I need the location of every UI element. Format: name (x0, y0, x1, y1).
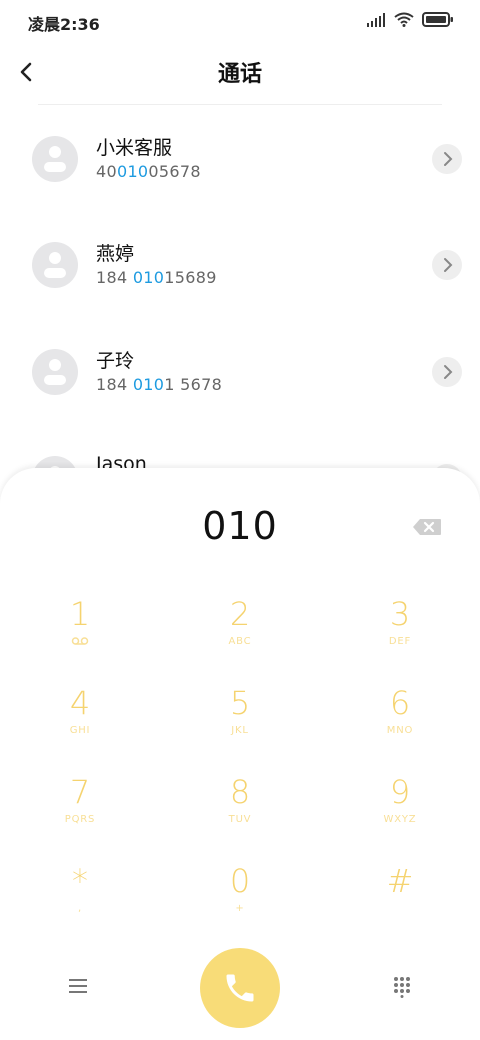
contact-name: 燕婷 (96, 243, 135, 265)
backspace-icon (413, 519, 441, 535)
chevron-right-icon (444, 258, 453, 272)
contact-name: 小米客服 (96, 137, 173, 159)
contact-number: 4001005678 (96, 162, 201, 181)
key-3[interactable]: 3 DEF (340, 596, 460, 676)
avatar (32, 136, 78, 182)
backspace-button[interactable] (412, 518, 442, 536)
contact-name: 子玲 (96, 350, 135, 372)
dialer-panel: 010 1 2 ABC 3 DEF 4 GHI 5 JKL 6 MNO 7 PQ… (0, 468, 480, 1040)
contact-number: 184 0101 5678 (96, 375, 223, 394)
key-4[interactable]: 4 GHI (20, 685, 140, 765)
header: 通话 (0, 48, 480, 94)
page-title: 通话 (217, 62, 262, 87)
status-time: 凌晨2:36 (28, 15, 100, 34)
key-6[interactable]: 6 MNO (340, 685, 460, 765)
key-7[interactable]: 7 PQRS (20, 774, 140, 854)
key-5[interactable]: 5 JKL (180, 685, 300, 765)
contact-number: 184 01015689 (96, 268, 217, 287)
call-button[interactable] (200, 948, 280, 1028)
phone-icon (226, 974, 254, 1002)
key-1[interactable]: 1 (20, 596, 140, 676)
menu-button[interactable] (68, 977, 88, 995)
dialer-bottom-bar (0, 948, 480, 1040)
dialed-number: 010 (202, 504, 278, 548)
menu-icon (69, 979, 87, 993)
divider (38, 104, 442, 105)
chevron-right-icon (444, 152, 453, 166)
battery-icon (422, 12, 453, 27)
contact-detail-button[interactable] (432, 250, 462, 280)
contact-item[interactable]: 燕婷 184 01015689 (0, 242, 480, 332)
wifi-icon (394, 12, 414, 27)
key-star[interactable]: * , (20, 863, 140, 943)
status-bar: 凌晨2:36 (0, 0, 480, 42)
avatar (32, 349, 78, 395)
voicemail-icon (71, 637, 89, 645)
contact-item[interactable]: 小米客服 4001005678 (0, 136, 480, 226)
keypad-icon (394, 977, 410, 998)
contact-detail-button[interactable] (432, 144, 462, 174)
key-0[interactable]: 0 + (180, 863, 300, 943)
contact-detail-button[interactable] (432, 357, 462, 387)
avatar (32, 242, 78, 288)
signal-icon (367, 12, 385, 27)
keypad-toggle-button[interactable] (393, 976, 411, 998)
key-8[interactable]: 8 TUV (180, 774, 300, 854)
key-hash[interactable]: # (340, 863, 460, 943)
key-2[interactable]: 2 ABC (180, 596, 300, 676)
chevron-right-icon (444, 365, 453, 379)
key-9[interactable]: 9 WXYZ (340, 774, 460, 854)
contact-item[interactable]: 子玲 184 0101 5678 (0, 349, 480, 439)
